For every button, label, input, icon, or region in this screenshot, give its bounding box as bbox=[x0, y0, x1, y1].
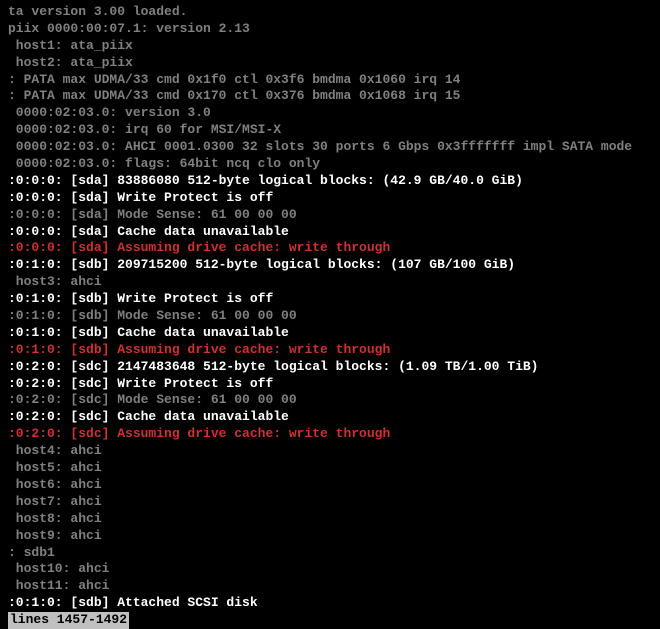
log-segment: host11: ahci bbox=[8, 578, 109, 593]
log-segment: 0000:02:03.0: version 3.0 bbox=[8, 105, 211, 120]
log-line: :0:1:0: [sdb] Assuming drive cache: writ… bbox=[8, 342, 652, 359]
log-line: :0:0:0: [sda] 83886080 512-byte logical … bbox=[8, 173, 652, 190]
log-line: :0:1:0: [sdb] Attached SCSI disk bbox=[8, 595, 652, 612]
log-segment: ta version 3.00 loaded. bbox=[8, 4, 187, 19]
log-segment: :0:0:0: [sda] Cache data unavailable bbox=[8, 224, 289, 239]
log-segment: :0:2:0: [sdc] Write Protect is off bbox=[8, 376, 273, 391]
log-line: host9: ahci bbox=[8, 528, 652, 545]
log-line: host4: ahci bbox=[8, 443, 652, 460]
log-segment: 0000:02:03.0: AHCI 0001.0300 32 slots 30… bbox=[8, 139, 632, 154]
log-segment: :0:1:0: [sdb] Attached SCSI disk bbox=[8, 595, 258, 610]
log-segment: :0:1:0: [sdb] Write Protect is off bbox=[8, 291, 273, 306]
log-line: : PATA max UDMA/33 cmd 0x170 ctl 0x376 b… bbox=[8, 88, 652, 105]
log-line: 0000:02:03.0: version 3.0 bbox=[8, 105, 652, 122]
log-line: :0:2:0: [sdc] Cache data unavailable bbox=[8, 409, 652, 426]
log-line: host6: ahci bbox=[8, 477, 652, 494]
terminal-output: ta version 3.00 loaded. piix 0000:00:07.1… bbox=[8, 4, 652, 612]
log-segment: :0:2:0: [sdc] Mode Sense: 61 00 00 00 bbox=[8, 392, 297, 407]
log-line: : sdb1 bbox=[8, 545, 652, 562]
log-segment: :0:2:0: [sdc] 2147483648 512-byte logica… bbox=[8, 359, 539, 374]
log-segment: host5: ahci bbox=[8, 460, 102, 475]
log-segment: :0:0:0: [sda] Assuming drive cache: writ… bbox=[8, 240, 390, 255]
log-segment: 0000:02:03.0: flags: 64bit ncq clo only bbox=[8, 156, 320, 171]
log-segment: host6: ahci bbox=[8, 477, 102, 492]
log-line: host11: ahci bbox=[8, 578, 652, 595]
log-line: :0:2:0: [sdc] Assuming drive cache: writ… bbox=[8, 426, 652, 443]
log-segment: :0:1:0: [sdb] Mode Sense: 61 00 00 00 bbox=[8, 308, 297, 323]
log-segment: :0:1:0: [sdb] Cache data unavailable bbox=[8, 325, 289, 340]
log-line: ta version 3.00 loaded. bbox=[8, 4, 652, 21]
log-line: host1: ata_piix bbox=[8, 38, 652, 55]
log-line: :0:0:0: [sda] Write Protect is off bbox=[8, 190, 652, 207]
log-segment: host2: ata_piix bbox=[8, 55, 133, 70]
log-line: :0:2:0: [sdc] Write Protect is off bbox=[8, 376, 652, 393]
log-segment: host9: ahci bbox=[8, 528, 102, 543]
log-segment: :0:1:0: [sdb] Assuming drive cache: writ… bbox=[8, 342, 390, 357]
log-line: :0:1:0: [sdb] Cache data unavailable bbox=[8, 325, 652, 342]
log-line: 0000:02:03.0: flags: 64bit ncq clo only bbox=[8, 156, 652, 173]
log-segment: host8: ahci bbox=[8, 511, 102, 526]
log-segment: : PATA max UDMA/33 cmd 0x1f0 ctl 0x3f6 b… bbox=[8, 72, 460, 87]
log-line: 0000:02:03.0: irq 60 for MSI/MSI-X bbox=[8, 122, 652, 139]
log-line: :0:0:0: [sda] Assuming drive cache: writ… bbox=[8, 240, 652, 257]
log-line: :0:2:0: [sdc] 2147483648 512-byte logica… bbox=[8, 359, 652, 376]
log-line: :0:2:0: [sdc] Mode Sense: 61 00 00 00 bbox=[8, 392, 652, 409]
log-segment: :0:0:0: [sda] 83886080 512-byte logical … bbox=[8, 173, 523, 188]
log-segment: :0:2:0: [sdc] Assuming drive cache: writ… bbox=[8, 426, 390, 441]
log-line: :0:0:0: [sda] Mode Sense: 61 00 00 00 bbox=[8, 207, 652, 224]
log-line: host10: ahci bbox=[8, 561, 652, 578]
log-segment: host1: ata_piix bbox=[8, 38, 133, 53]
log-segment: :0:1:0: [sdb] 209715200 512-byte logical… bbox=[8, 257, 515, 272]
log-line: : PATA max UDMA/33 cmd 0x1f0 ctl 0x3f6 b… bbox=[8, 72, 652, 89]
log-segment: : sdb1 bbox=[8, 545, 55, 560]
log-line: :0:1:0: [sdb] Mode Sense: 61 00 00 00 bbox=[8, 308, 652, 325]
log-segment: :0:0:0: [sda] Mode Sense: 61 00 00 00 bbox=[8, 207, 297, 222]
log-segment: host3: ahci bbox=[8, 274, 102, 289]
log-line: host7: ahci bbox=[8, 494, 652, 511]
log-line: :0:1:0: [sdb] Write Protect is off bbox=[8, 291, 652, 308]
log-line: :0:0:0: [sda] Cache data unavailable bbox=[8, 224, 652, 241]
log-segment: :0:2:0: [sdc] Cache data unavailable bbox=[8, 409, 289, 424]
log-segment: host7: ahci bbox=[8, 494, 102, 509]
log-line: host8: ahci bbox=[8, 511, 652, 528]
log-segment: 0000:02:03.0: irq 60 for MSI/MSI-X bbox=[8, 122, 281, 137]
log-segment: host10: ahci bbox=[8, 561, 109, 576]
log-segment: : PATA max UDMA/33 cmd 0x170 ctl 0x376 b… bbox=[8, 88, 460, 103]
log-line: piix 0000:00:07.1: version 2.13 bbox=[8, 21, 652, 38]
log-segment: :0:0:0: [sda] Write Protect is off bbox=[8, 190, 273, 205]
log-line: 0000:02:03.0: AHCI 0001.0300 32 slots 30… bbox=[8, 139, 652, 156]
log-line: host3: ahci bbox=[8, 274, 652, 291]
log-line: host5: ahci bbox=[8, 460, 652, 477]
log-line: :0:1:0: [sdb] 209715200 512-byte logical… bbox=[8, 257, 652, 274]
log-line: host2: ata_piix bbox=[8, 55, 652, 72]
log-segment: host4: ahci bbox=[8, 443, 102, 458]
log-segment: piix 0000:00:07.1: version 2.13 bbox=[8, 21, 250, 36]
